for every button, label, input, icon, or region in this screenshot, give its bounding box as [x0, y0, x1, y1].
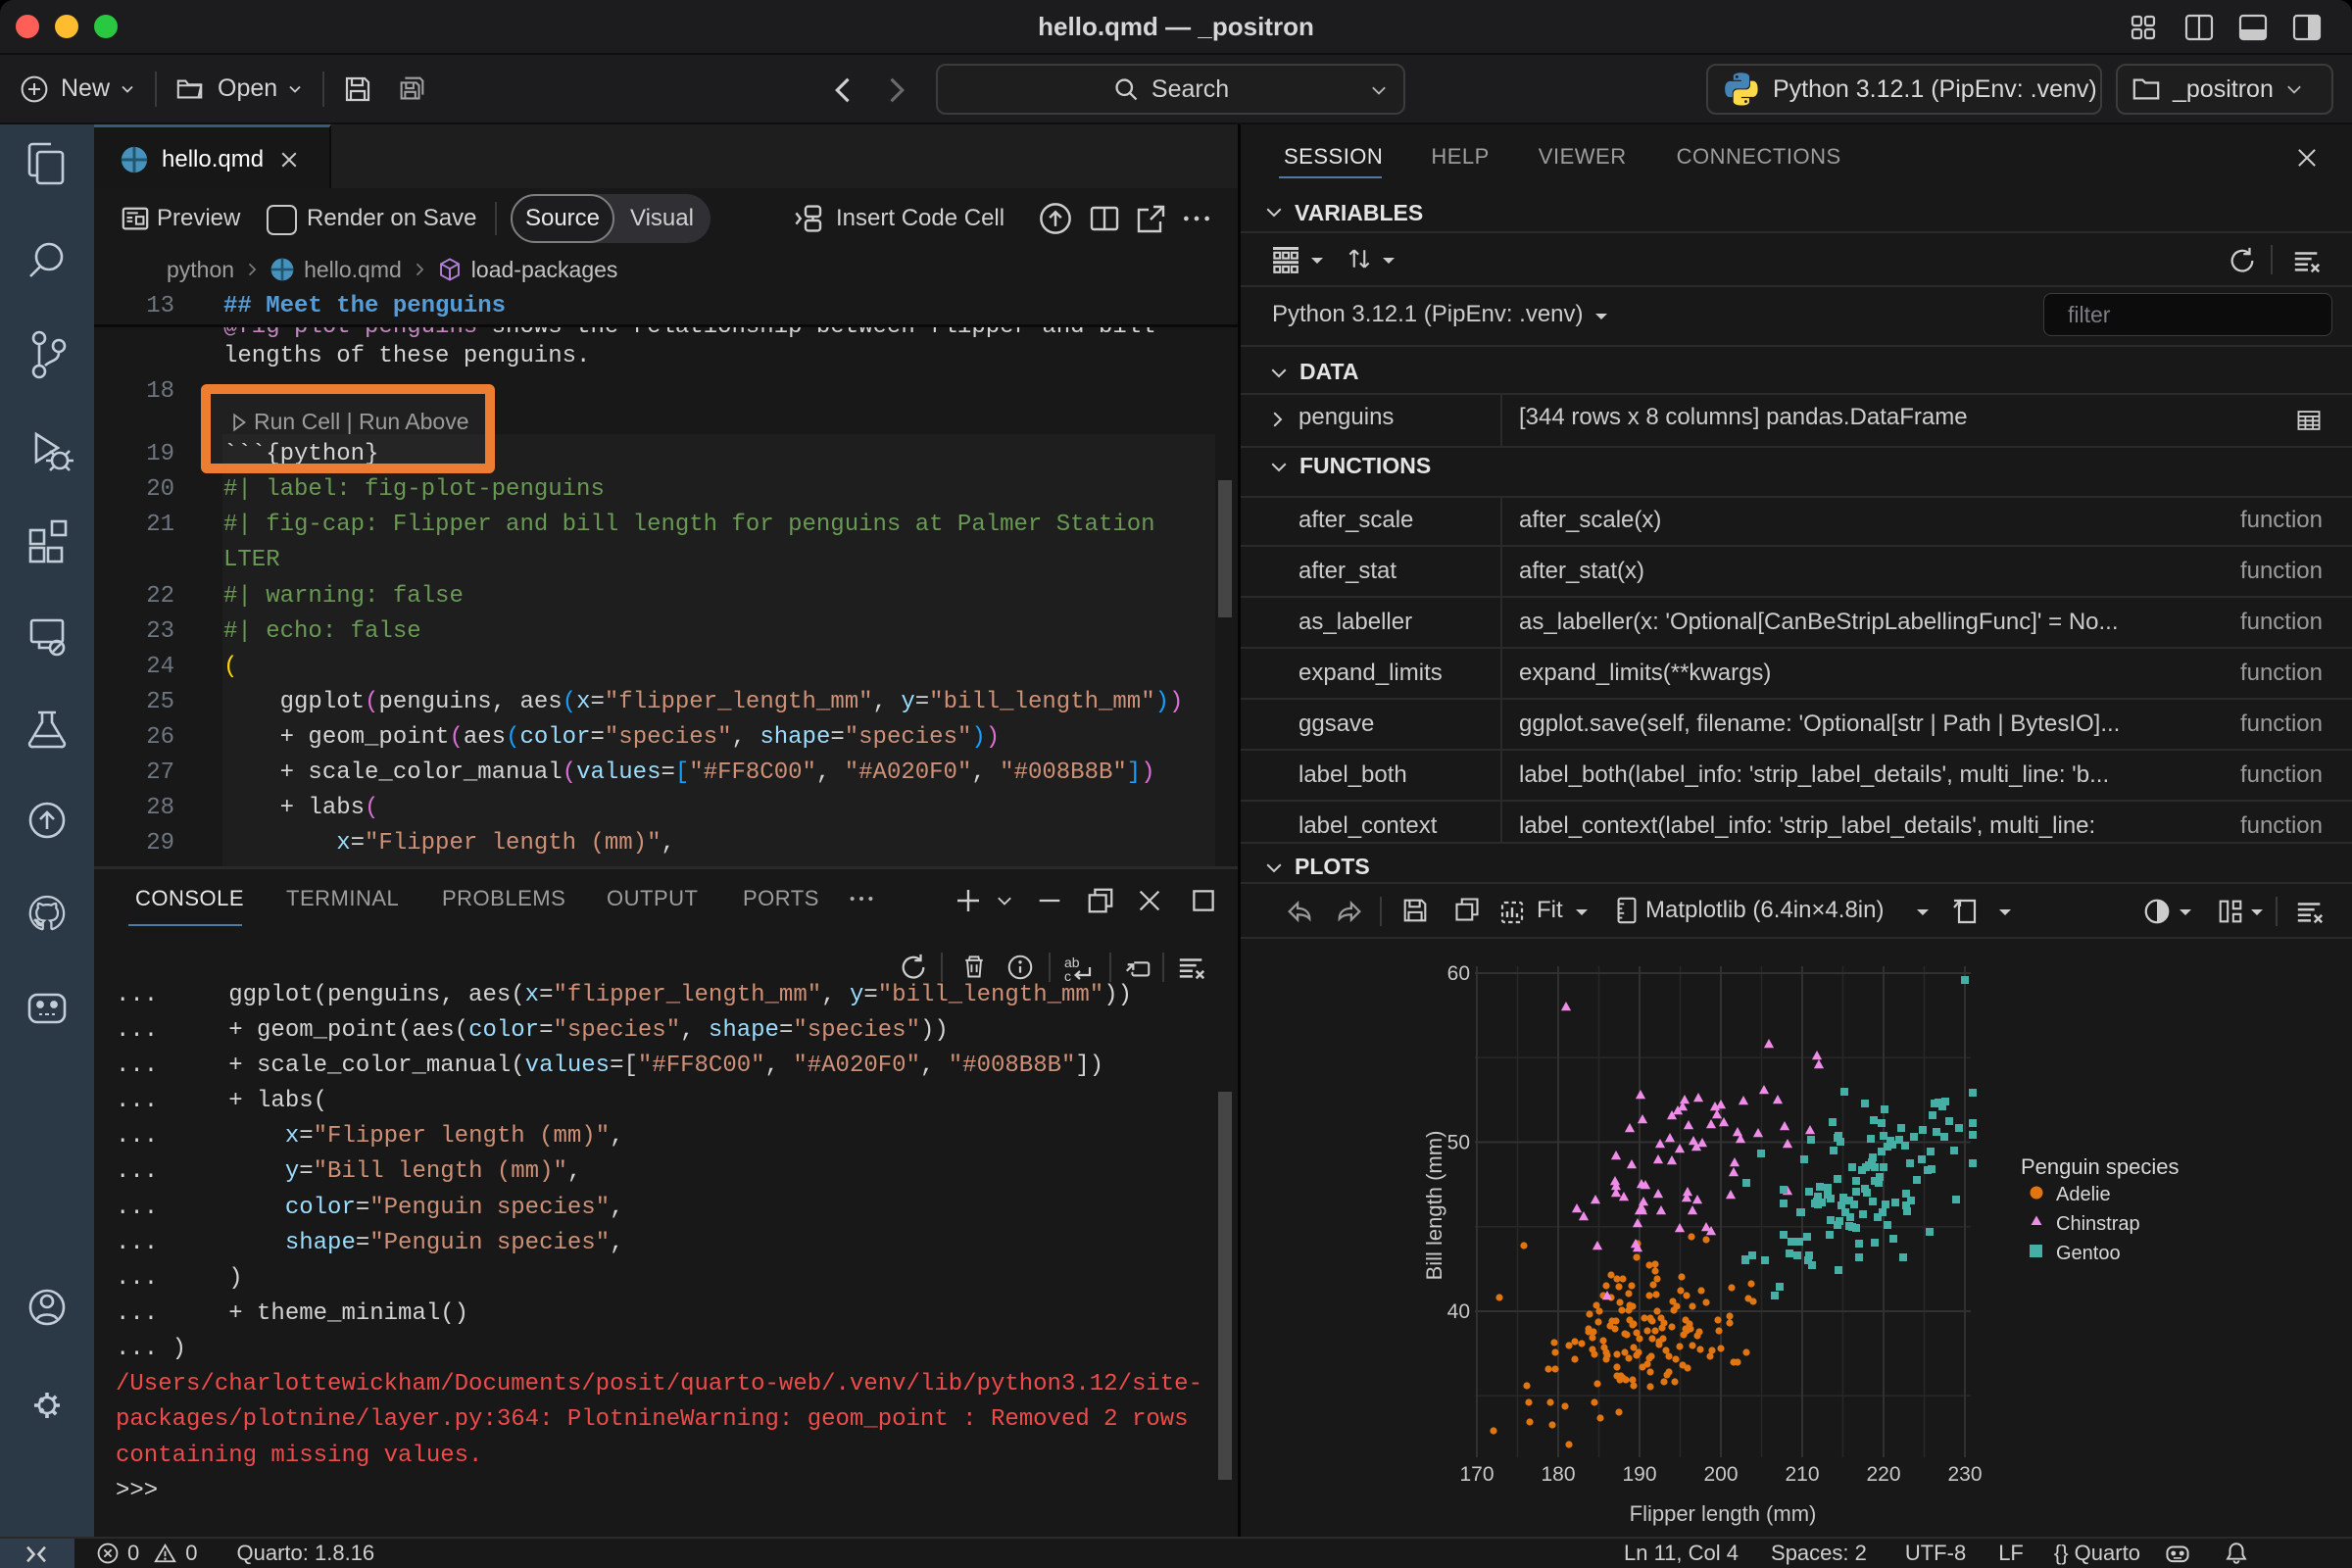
svg-text:Bill length (mm): Bill length (mm) — [1422, 1131, 1446, 1281]
svg-text:40: 40 — [1447, 1300, 1470, 1323]
svg-text:Flipper length (mm): Flipper length (mm) — [1630, 1501, 1817, 1526]
svg-text:170: 170 — [1459, 1463, 1494, 1486]
svg-text:220: 220 — [1866, 1463, 1900, 1486]
svg-text:Gentoo: Gentoo — [2056, 1243, 2121, 1264]
svg-text:Adelie: Adelie — [2056, 1184, 2111, 1205]
svg-text:60: 60 — [1447, 962, 1470, 985]
svg-text:Penguin species: Penguin species — [2021, 1154, 2179, 1179]
svg-text:50: 50 — [1447, 1132, 1470, 1154]
svg-text:200: 200 — [1703, 1463, 1738, 1486]
svg-text:180: 180 — [1541, 1463, 1575, 1486]
svg-text:210: 210 — [1785, 1463, 1819, 1486]
svg-text:Chinstrap: Chinstrap — [2056, 1213, 2140, 1235]
svg-text:190: 190 — [1622, 1463, 1656, 1486]
svg-text:230: 230 — [1947, 1463, 1982, 1486]
